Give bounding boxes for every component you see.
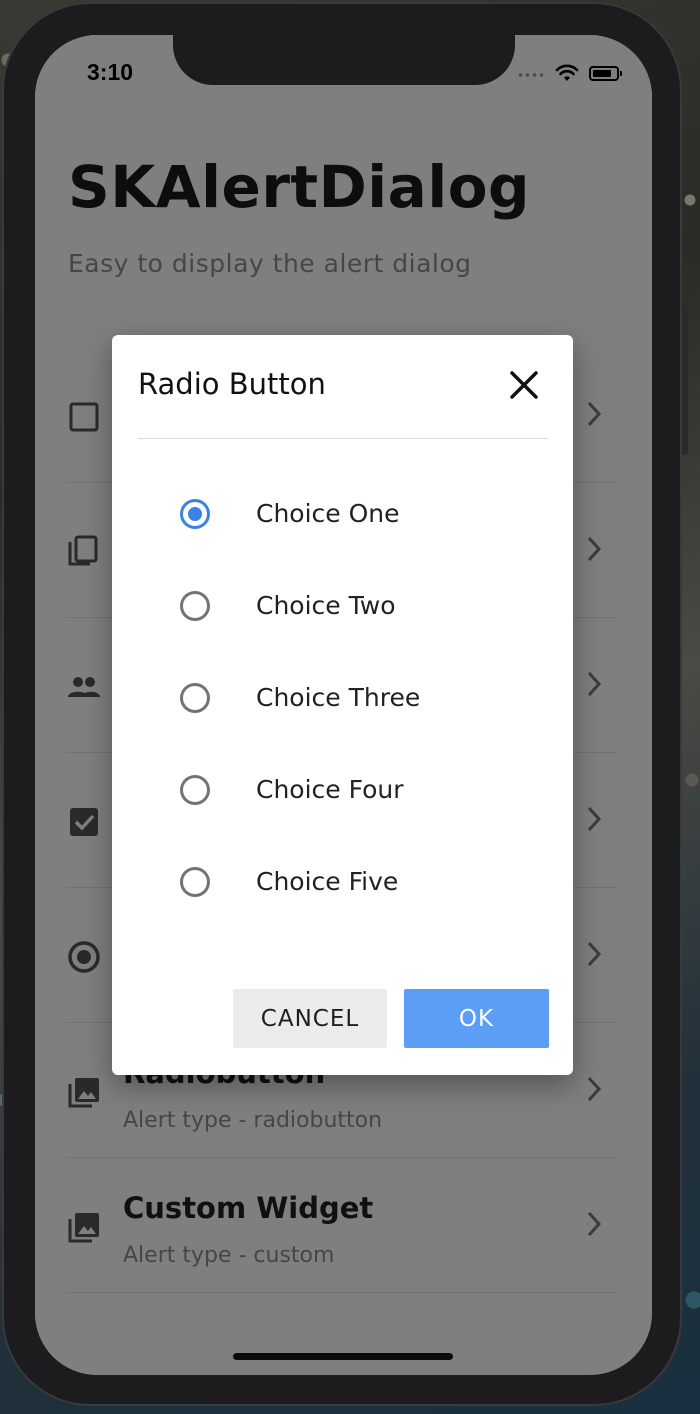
radio-unselected-icon[interactable] <box>180 867 210 897</box>
home-indicator[interactable] <box>233 1353 453 1360</box>
radio-button-dialog: Radio Button Choice One Choice Two Choic… <box>112 335 573 1075</box>
radio-option-choice-four[interactable]: Choice Four <box>178 761 518 821</box>
radio-option-label: Choice One <box>256 499 400 528</box>
radio-option-choice-five[interactable]: Choice Five <box>178 853 518 913</box>
radio-option-choice-two[interactable]: Choice Two <box>178 577 518 637</box>
radio-unselected-icon[interactable] <box>180 591 210 621</box>
ok-button[interactable]: OK <box>404 989 549 1048</box>
radio-option-label: Choice Three <box>256 683 421 712</box>
radio-option-choice-one[interactable]: Choice One <box>178 485 518 545</box>
radio-unselected-icon[interactable] <box>180 683 210 713</box>
notch <box>173 35 515 85</box>
dialog-divider <box>138 438 548 439</box>
radio-option-label: Choice Two <box>256 591 396 620</box>
close-icon[interactable] <box>504 365 544 405</box>
phone-side-button <box>682 305 688 455</box>
radio-unselected-icon[interactable] <box>180 775 210 805</box>
radio-option-label: Choice Four <box>256 775 404 804</box>
dialog-title: Radio Button <box>138 367 326 401</box>
radio-selected-icon[interactable] <box>180 499 210 529</box>
phone-screen: 3:10 SKAlertDialog Easy to display the a… <box>35 35 652 1375</box>
radio-option-choice-three[interactable]: Choice Three <box>178 669 518 729</box>
cancel-button[interactable]: CANCEL <box>233 989 387 1048</box>
radio-option-label: Choice Five <box>256 867 399 896</box>
